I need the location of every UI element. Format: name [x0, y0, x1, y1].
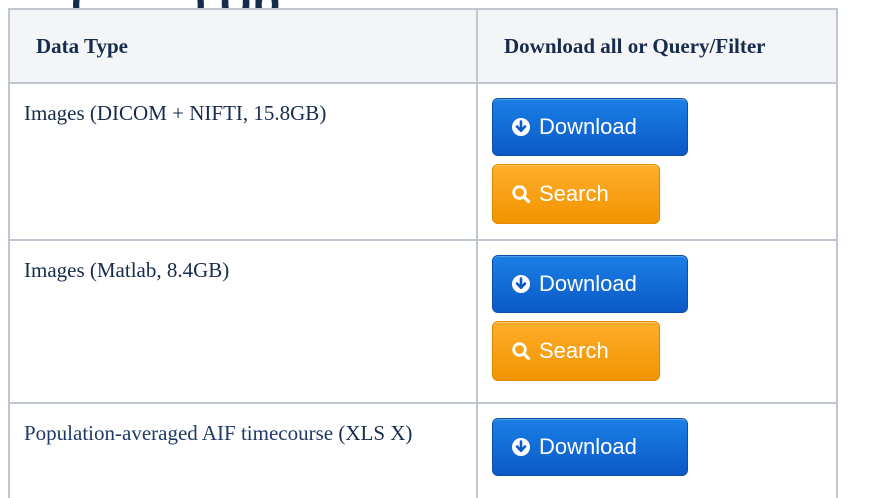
download-circle-icon	[511, 274, 531, 294]
aif-timecourse-link[interactable]: Population-averaged AIF timecourse	[24, 421, 333, 445]
download-button-label: Download	[539, 434, 637, 459]
table-header-row: Data Type Download all or Query/Filter	[8, 8, 838, 84]
magnifier-icon	[511, 341, 531, 361]
action-cell: Download	[476, 402, 838, 498]
table-row: Population-averaged AIF timecourse (XLS …	[8, 402, 838, 498]
search-button-label: Search	[539, 338, 609, 363]
data-type-cell: Images (Matlab, 8.4GB)	[8, 239, 478, 404]
data-table: Data Type Download all or Query/Filter I…	[8, 8, 838, 498]
data-type-label: Images (Matlab, 8.4GB)	[24, 258, 230, 282]
action-cell: Download Search	[476, 82, 838, 241]
download-button[interactable]: Download	[492, 418, 688, 476]
data-type-cell: Population-averaged AIF timecourse (XLS …	[8, 402, 478, 498]
page: … (… …) Up… Data Type Download all or Qu…	[0, 0, 885, 498]
download-button-label: Download	[539, 271, 637, 296]
data-type-label: Images (DICOM + NIFTI, 15.8GB)	[24, 101, 327, 125]
magnifier-icon	[511, 184, 531, 204]
data-type-cell: Images (DICOM + NIFTI, 15.8GB)	[8, 82, 478, 241]
data-type-suffix: (XLS X)	[333, 421, 413, 445]
search-button[interactable]: Search	[492, 164, 660, 224]
table-row: Images (Matlab, 8.4GB) Download Search	[8, 239, 838, 404]
download-circle-icon	[511, 437, 531, 457]
header-download-query: Download all or Query/Filter	[476, 8, 838, 84]
action-cell: Download Search	[476, 239, 838, 404]
search-button[interactable]: Search	[492, 321, 660, 381]
download-button[interactable]: Download	[492, 98, 688, 156]
search-button-label: Search	[539, 181, 609, 206]
table-row: Images (DICOM + NIFTI, 15.8GB) Download	[8, 82, 838, 241]
header-data-type: Data Type	[8, 8, 478, 84]
download-circle-icon	[511, 117, 531, 137]
download-button[interactable]: Download	[492, 255, 688, 313]
download-button-label: Download	[539, 114, 637, 139]
